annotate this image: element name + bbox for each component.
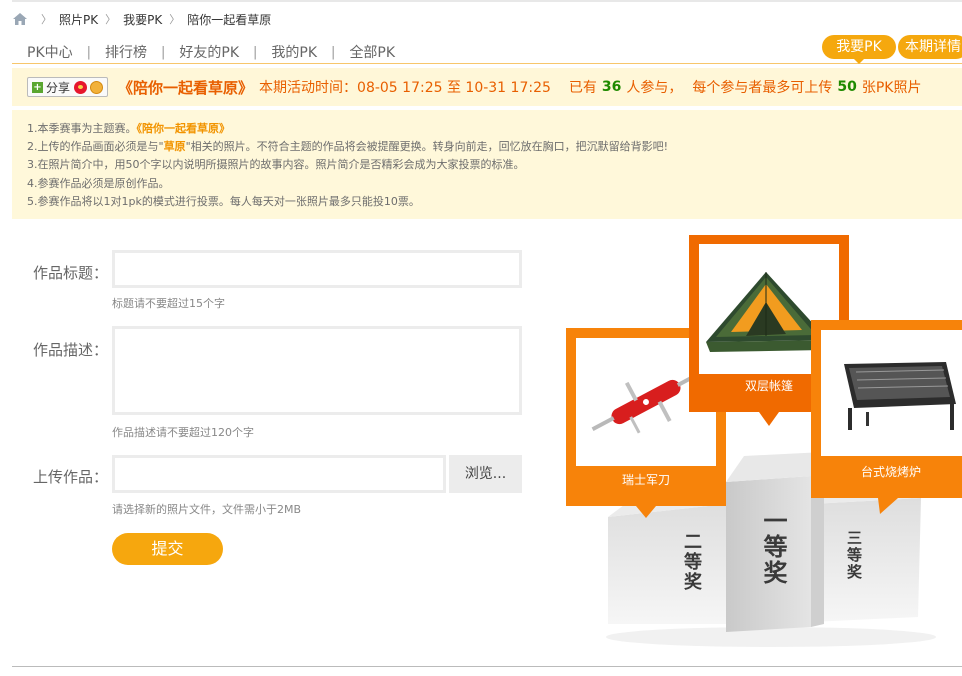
- main-nav: PK中心 | 排行榜 | 好友的PK | 我的PK | 全部PK: [27, 42, 395, 62]
- prize-podium-illustration: 瑞士军刀 双层帐篷 台式烧烤炉 二等奖 一等奖 三等奖: [566, 232, 962, 652]
- third-prize-name: 台式烧烤炉: [860, 465, 921, 479]
- upload-file-field[interactable]: [112, 455, 446, 493]
- submit-button[interactable]: 提交: [112, 533, 223, 565]
- share-label: 分享: [46, 80, 71, 95]
- rule-4: 4.参赛作品必须是原创作品。: [27, 176, 170, 190]
- rules-panel: 1.本季赛事为主题赛。《陪你一起看草原》 2.上传的作品画面必须是与"草原"相关…: [12, 110, 962, 219]
- tab-my-pk[interactable]: 我要PK: [822, 35, 896, 64]
- first-place-rank: 一等奖: [759, 508, 787, 586]
- share-button[interactable]: + 分享: [27, 77, 109, 97]
- description-input[interactable]: [112, 326, 522, 415]
- second-prize-name: 瑞士军刀: [621, 473, 670, 487]
- breadcrumb-item-current: 陪你一起看草原: [187, 12, 272, 27]
- rule-5: 5.参赛作品将以1对1pk的模式进行投票。每人每天对一张照片最多只能投10票。: [27, 194, 420, 208]
- breadcrumb-separator: 〉: [105, 13, 117, 26]
- breadcrumb-separator: 〉: [169, 13, 181, 26]
- participants-prefix: 已有: [568, 80, 597, 96]
- nav-item-all-pk[interactable]: 全部PK: [349, 42, 395, 62]
- participants-count: 36: [601, 79, 622, 95]
- nav-separator: |: [253, 44, 258, 60]
- tab-details[interactable]: 本期详情: [898, 35, 962, 59]
- rule-3: 3.在照片简介中，用50个字以内说明所摄照片的故事内容。照片简介是否精彩会成为大…: [27, 158, 525, 172]
- breadcrumb-item-photo-pk[interactable]: 照片PK: [59, 11, 98, 28]
- title-hint: 标题请不要超过15个字: [112, 297, 225, 310]
- rule-2-highlight: 草原: [163, 140, 186, 154]
- upload-limit-count: 50: [837, 79, 857, 95]
- third-place-rank: 三等奖: [845, 530, 863, 581]
- tab-caret-icon: [854, 59, 864, 64]
- upload-limit-prefix: 每个参与者最多可上传: [692, 80, 833, 96]
- rule-1-highlight: 《陪你一起看草原》: [136, 122, 231, 135]
- top-divider: [12, 0, 962, 2]
- bottom-divider: [12, 666, 962, 667]
- tab-details-label: 本期详情: [905, 39, 961, 55]
- plus-icon: +: [32, 81, 43, 93]
- rule-2-prefix: 2.上传的作品画面必须是与": [27, 140, 164, 154]
- nav-separator: |: [161, 44, 166, 60]
- rule-2-suffix: "相关的照片。不符合主题的作品将会被提醒更换。转身向前走，回忆放在胸口，把沉默留…: [185, 140, 669, 154]
- weibo-icon[interactable]: [74, 80, 88, 94]
- smiley-icon[interactable]: [90, 80, 104, 94]
- home-icon[interactable]: [12, 12, 28, 26]
- second-place-block: [608, 504, 726, 624]
- nav-separator: |: [331, 44, 336, 60]
- title-input[interactable]: [112, 250, 522, 288]
- rule-1-text: 1.本季赛事为主题赛。: [27, 122, 137, 135]
- description-label: 作品描述：: [33, 341, 109, 359]
- activity-info-bar: + 分享 《陪你一起看草原》 本期活动时间：08-05 17:25 至 10-3…: [12, 68, 962, 106]
- nav-item-friends-pk[interactable]: 好友的PK: [179, 42, 239, 62]
- activity-period: 本期活动时间：08-05 17:25 至 10-31 17:25: [259, 80, 551, 96]
- breadcrumb-item-my-pk[interactable]: 我要PK: [123, 11, 162, 28]
- breadcrumb: 〉 照片PK 〉 我要PK 〉 陪你一起看草原: [12, 10, 271, 28]
- upload-hint: 请选择新的照片文件，文件需小于2MB: [112, 503, 302, 516]
- nav-item-pk-center[interactable]: PK中心: [27, 42, 73, 62]
- second-place-rank: 二等奖: [681, 532, 702, 592]
- tab-my-pk-label: 我要PK: [836, 39, 882, 55]
- activity-title[interactable]: 《陪你一起看草原》: [118, 77, 253, 98]
- title-label: 作品标题：: [33, 264, 109, 282]
- nav-item-ranking[interactable]: 排行榜: [105, 42, 147, 62]
- description-hint: 作品描述请不要超过120个字: [112, 426, 254, 439]
- upload-limit-suffix: 张PK照片: [861, 80, 922, 96]
- nav-separator: |: [86, 44, 92, 60]
- rule-2: 2.上传的作品画面必须是与"草原"相关的照片。不符合主题的作品将会被提醒更换。转…: [27, 138, 962, 156]
- first-prize-name: 双层帐篷: [744, 379, 793, 393]
- participants-suffix: 人参与，: [626, 80, 683, 96]
- rule-1: 1.本季赛事为主题赛。《陪你一起看草原》: [27, 120, 962, 138]
- third-place-block: [811, 498, 921, 622]
- nav-item-my-pk[interactable]: 我的PK: [271, 42, 317, 62]
- browse-button[interactable]: 浏览...: [449, 455, 522, 493]
- podium-graphic: [566, 235, 962, 647]
- breadcrumb-separator: 〉: [41, 13, 52, 26]
- nav-divider: [12, 63, 962, 64]
- upload-label: 上传作品：: [33, 468, 109, 486]
